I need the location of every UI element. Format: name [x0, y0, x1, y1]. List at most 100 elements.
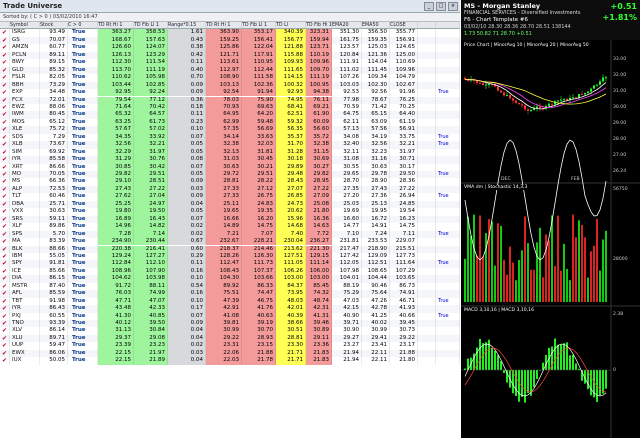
symbol-cell[interactable]: BWY [10, 59, 40, 67]
row-checkbox[interactable]: ✔ [0, 81, 10, 90]
symbol-cell[interactable]: ALP [10, 185, 40, 194]
symbol-cell[interactable]: IWM [10, 111, 40, 119]
table-row[interactable]: ✔ FSLR 82.05 True 110.62 105.98 0.70 108.90 111.… [0, 74, 460, 82]
row-checkbox[interactable]: ✔ [0, 320, 10, 328]
table-row[interactable]: ✔ SPY 91.81 True 112.84 112.10 0.11 112.47 111.7… [0, 260, 460, 268]
symbol-cell[interactable]: TBT [10, 297, 40, 306]
table-row[interactable]: ✔ ICE 85.66 True 108.96 107.90 0.16 108.43 107.3… [0, 267, 460, 276]
row-checkbox[interactable]: ✔ [0, 215, 10, 224]
symbol-cell[interactable]: PCLN [10, 51, 40, 60]
symbol-cell[interactable]: FSLR [10, 74, 40, 82]
table-row[interactable]: ✔ XLE 75.72 True 57.67 57.02 0.10 57.35 56.69 56.… [0, 126, 460, 134]
row-checkbox[interactable]: ✔ [0, 334, 10, 343]
symbol-cell[interactable]: MA [10, 238, 40, 246]
row-checkbox[interactable]: ✔ [0, 118, 10, 127]
symbol-cell[interactable]: IUX [10, 357, 40, 365]
column-header[interactable] [0, 22, 10, 30]
symbol-cell[interactable]: TLT [10, 193, 40, 201]
column-header[interactable]: TD Ll [276, 22, 306, 30]
symbol-cell[interactable]: XLV [10, 327, 40, 335]
table-row[interactable]: ✔ SRS 59.11 True 16.89 16.43 0.07 16.66 16.20 15.… [0, 215, 460, 224]
symbol-cell[interactable]: UUP [10, 342, 40, 350]
symbol-cell[interactable]: ISRG [10, 29, 40, 37]
row-checkbox[interactable]: ✔ [0, 66, 10, 75]
column-header[interactable]: TD Fib Ll 1 [134, 22, 168, 30]
symbol-cell[interactable]: EWX [10, 349, 40, 358]
symbol-cell[interactable]: MSTR [10, 282, 40, 291]
row-checkbox[interactable]: ✔ [0, 312, 10, 320]
table-row[interactable]: ✔ XLV 86.14 True 31.13 30.84 0.04 30.99 30.70 30.… [0, 327, 460, 335]
row-checkbox[interactable]: ✔ [0, 260, 10, 268]
table-row[interactable]: ✔ XLF 89.86 True 14.96 14.82 0.02 14.89 14.75 14.… [0, 223, 460, 231]
table-row[interactable]: ✔ IBM 55.05 True 129.24 127.27 0.29 128.26 126.3… [0, 252, 460, 261]
table-row[interactable]: ✔ VXX 30.63 True 19.80 19.50 0.05 19.65 19.35 20.… [0, 208, 460, 216]
row-checkbox[interactable]: ✔ [0, 208, 10, 216]
symbol-cell[interactable]: GS [10, 36, 40, 45]
symbol-cell[interactable]: MOS [10, 118, 40, 127]
table-row[interactable]: ✔ MSTR 87.40 True 91.72 88.11 0.54 89.92 86.33 84… [0, 282, 460, 291]
row-checkbox[interactable]: ✔ [0, 238, 10, 246]
row-checkbox[interactable]: ✔ [0, 126, 10, 134]
symbol-cell[interactable]: AFL [10, 290, 40, 298]
row-checkbox[interactable]: ✔ [0, 349, 10, 358]
symbol-cell[interactable]: FCX [10, 96, 40, 104]
table-row[interactable]: ✔ MS 66.36 True 29.10 28.51 0.09 28.81 28.22 28.4… [0, 178, 460, 186]
symbol-cell[interactable]: GLD [10, 66, 40, 75]
table-row[interactable]: ✔ TBT 91.98 True 47.71 47.07 0.10 47.39 46.75 48.… [0, 297, 460, 306]
row-checkbox[interactable]: ✔ [0, 252, 10, 261]
column-header[interactable]: TD Fib Hi 1 [306, 22, 332, 30]
row-checkbox[interactable]: ✔ [0, 171, 10, 179]
row-checkbox[interactable]: ✔ [0, 297, 10, 306]
row-checkbox[interactable]: ✔ [0, 200, 10, 209]
row-checkbox[interactable]: ✔ [0, 89, 10, 97]
table-row[interactable]: ✔ MOS 65.12 True 63.25 61.73 0.23 62.99 59.48 59.… [0, 118, 460, 127]
row-checkbox[interactable]: ✔ [0, 342, 10, 350]
row-checkbox[interactable]: ✔ [0, 103, 10, 112]
symbol-cell[interactable]: XLB [10, 141, 40, 149]
symbol-cell[interactable]: AMZN [10, 44, 40, 52]
row-checkbox[interactable]: ✔ [0, 305, 10, 313]
table-row[interactable]: ✔ FCX 72.01 True 79.54 77.12 0.36 78.03 75.90 74.… [0, 96, 460, 104]
row-checkbox[interactable]: ✔ [0, 133, 10, 142]
row-checkbox[interactable]: ✔ [0, 290, 10, 298]
row-checkbox[interactable]: ✔ [0, 327, 10, 335]
table-row[interactable]: ✔ TNO 93.39 True 40.12 39.50 0.09 39.81 39.19 38.… [0, 320, 460, 328]
row-checkbox[interactable]: ✔ [0, 74, 10, 82]
row-checkbox[interactable]: ✔ [0, 111, 10, 119]
column-header[interactable]: TD Rt Hi 1 [206, 22, 242, 30]
symbol-cell[interactable]: EXP [10, 89, 40, 97]
table-row[interactable]: ✔ XLU 89.71 True 29.37 29.08 0.04 29.22 28.93 28.… [0, 334, 460, 343]
table-row[interactable]: ✔ EXP 34.48 True 92.95 92.24 0.09 92.54 91.94 92.… [0, 89, 460, 97]
table-row[interactable]: ✔ BBH 73.29 True 103.44 102.85 0.09 103.13 102.3… [0, 81, 460, 90]
row-checkbox[interactable]: ✔ [0, 245, 10, 253]
symbol-cell[interactable]: SDS [10, 133, 40, 142]
row-checkbox[interactable]: ✔ [0, 44, 10, 52]
table-row[interactable]: ✔ AFL 85.59 True 76.03 74.99 0.16 75.51 74.47 73.… [0, 290, 460, 298]
symbol-cell[interactable]: MO [10, 171, 40, 179]
symbol-cell[interactable]: MS [10, 178, 40, 186]
row-checkbox[interactable]: ✔ [0, 267, 10, 276]
row-checkbox[interactable]: ✔ [0, 230, 10, 239]
row-checkbox[interactable]: ✔ [0, 59, 10, 67]
symbol-cell[interactable]: ICE [10, 267, 40, 276]
symbol-cell[interactable]: XLF [10, 223, 40, 231]
column-header[interactable]: Stock [40, 22, 68, 30]
symbol-cell[interactable]: EWZ [10, 103, 40, 112]
table-row[interactable]: ✔ ALP 72.53 True 27.43 27.22 0.03 27.33 27.12 27.… [0, 185, 460, 194]
table-row[interactable]: ✔ EWX 86.06 True 22.15 21.97 0.03 22.06 21.88 21.… [0, 349, 460, 358]
symbol-cell[interactable]: PXJ [10, 312, 40, 320]
symbol-cell[interactable]: SRS [10, 215, 40, 224]
row-checkbox[interactable]: ✔ [0, 282, 10, 291]
table-row[interactable]: ✔ XRT 86.66 True 30.85 30.42 0.07 30.63 30.21 29.… [0, 163, 460, 171]
row-checkbox[interactable]: ✔ [0, 275, 10, 283]
minimize-icon[interactable]: _ [424, 2, 434, 11]
table-row[interactable]: ✔ PCLN 89.11 True 126.13 123.29 0.42 121.71 117.… [0, 51, 460, 60]
table-row[interactable]: ✔ DBA 25.71 True 25.25 24.97 0.04 25.11 24.83 24.… [0, 200, 460, 209]
column-header[interactable]: C > 0 [68, 22, 98, 30]
column-header[interactable]: EMA50 [362, 22, 390, 30]
row-checkbox[interactable]: ✔ [0, 141, 10, 149]
table-row[interactable]: ✔ SDS 7.29 True 34.35 33.92 0.07 34.14 33.63 35.3… [0, 133, 460, 142]
table-row[interactable]: ✔ IYR 86.43 True 43.48 42.33 0.17 42.91 41.76 42.… [0, 305, 460, 313]
row-checkbox[interactable]: ✔ [0, 51, 10, 60]
row-checkbox[interactable]: ✔ [0, 185, 10, 194]
